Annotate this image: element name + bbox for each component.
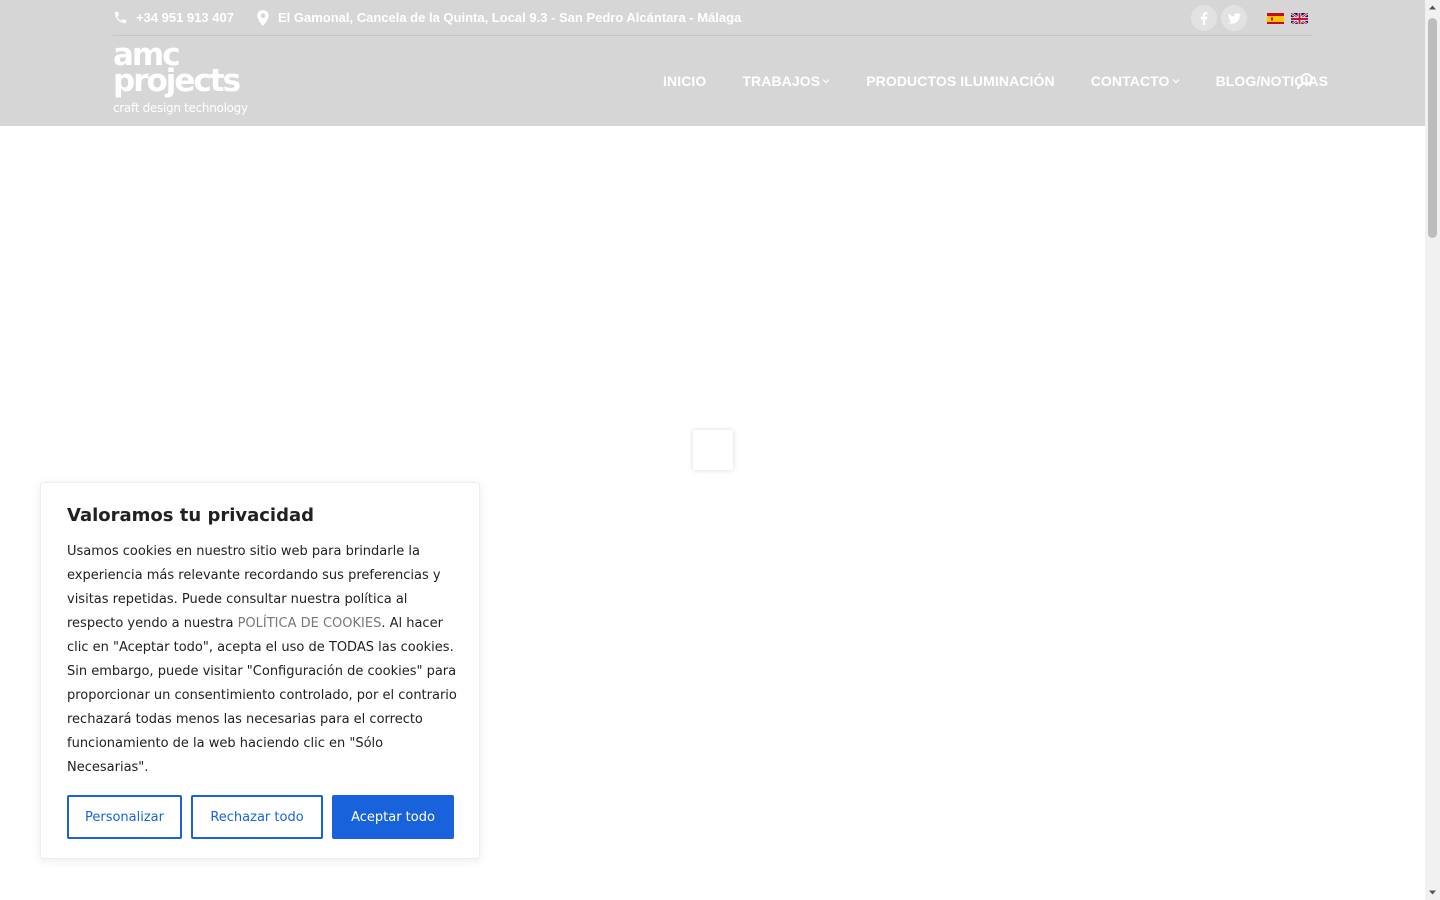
search-button[interactable] bbox=[1296, 72, 1314, 90]
accept-all-button[interactable]: Aceptar todo bbox=[332, 795, 454, 839]
nav-item-contacto[interactable]: CONTACTO bbox=[1091, 73, 1180, 89]
nav-label: CONTACTO bbox=[1090, 73, 1170, 89]
phone-icon bbox=[114, 11, 127, 24]
facebook-link[interactable] bbox=[1191, 5, 1217, 31]
cookie-title: Valoramos tu privacidad bbox=[67, 505, 315, 526]
scroll-down-arrow-icon[interactable] bbox=[1428, 888, 1437, 897]
facebook-icon bbox=[1200, 11, 1208, 25]
page-scrollbar[interactable] bbox=[1425, 0, 1440, 900]
lang-en[interactable] bbox=[1291, 12, 1308, 24]
site-header: +34 951 913 407 El Gamonal, Cancela de l… bbox=[0, 0, 1425, 126]
nav-item-trabajos[interactable]: TRABAJOS bbox=[742, 73, 830, 89]
cookie-policy-link[interactable]: POLÍTICA DE COOKIES bbox=[238, 616, 382, 631]
logo-projects: projects bbox=[113, 63, 241, 99]
lang-es[interactable] bbox=[1267, 12, 1284, 24]
site-logo[interactable]: amc projects craft design technology bbox=[113, 40, 248, 118]
address-contact: El Gamonal, Cancela de la Quinta, Local … bbox=[256, 9, 742, 26]
top-bar: +34 951 913 407 El Gamonal, Cancela de l… bbox=[113, 0, 1313, 36]
chevron-down-icon bbox=[822, 79, 830, 84]
location-pin-icon bbox=[257, 9, 269, 26]
phone-number: +34 951 913 407 bbox=[136, 10, 234, 25]
address-text: El Gamonal, Cancela de la Quinta, Local … bbox=[277, 10, 742, 25]
scrollbar-thumb[interactable] bbox=[1428, 18, 1437, 238]
logo-tagline: craft design technology bbox=[113, 101, 248, 115]
chevron-down-icon bbox=[1172, 79, 1179, 84]
nav-item-inicio[interactable]: INICIO bbox=[663, 73, 706, 89]
social-links bbox=[1191, 5, 1247, 31]
scroll-up-arrow-icon[interactable] bbox=[1428, 3, 1437, 12]
main-nav: INICIO TRABAJOS PRODUCTOS ILUMINACIÓN CO… bbox=[663, 72, 1336, 90]
cookie-text-after: . Al hacer clic en "Aceptar todo", acept… bbox=[67, 616, 457, 775]
page-loader bbox=[693, 430, 733, 470]
cookie-description: Usamos cookies en nuestro sitio web para… bbox=[67, 540, 459, 780]
cookie-buttons: Personalizar Rechazar todo Aceptar todo bbox=[67, 795, 454, 839]
customize-button[interactable]: Personalizar bbox=[67, 795, 182, 839]
nav-label: TRABAJOS bbox=[742, 73, 821, 89]
search-icon bbox=[1296, 73, 1313, 90]
nav-label: PRODUCTOS ILUMINACIÓN bbox=[866, 73, 1055, 89]
nav-item-productos-iluminacion[interactable]: PRODUCTOS ILUMINACIÓN bbox=[866, 73, 1055, 89]
twitter-icon bbox=[1227, 12, 1241, 24]
reject-all-button[interactable]: Rechazar todo bbox=[191, 795, 323, 839]
nav-label: INICIO bbox=[663, 73, 707, 89]
spain-flag-icon bbox=[1267, 13, 1284, 24]
twitter-link[interactable] bbox=[1221, 5, 1247, 31]
uk-flag-icon bbox=[1291, 12, 1308, 24]
phone-contact[interactable]: +34 951 913 407 bbox=[113, 10, 234, 25]
language-switcher bbox=[1267, 12, 1308, 24]
cookie-consent-banner: Valoramos tu privacidad Usamos cookies e… bbox=[40, 482, 480, 859]
